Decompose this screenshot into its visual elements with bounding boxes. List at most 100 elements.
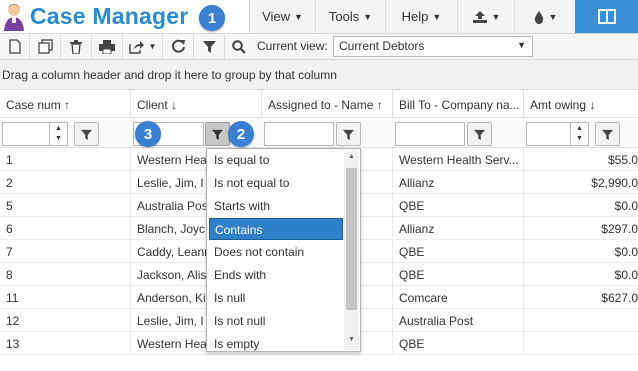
- column-label: Amt owing: [530, 98, 587, 112]
- filter-option-is-not-null[interactable]: Is not null: [209, 310, 343, 332]
- cell-amt-owing: $55.0: [607, 153, 638, 167]
- menu-label: Tools: [328, 9, 360, 24]
- new-document-icon: [8, 39, 21, 54]
- menu-label: Help: [401, 9, 429, 24]
- cell-amt-owing: $2,990.0: [591, 176, 638, 190]
- app-title: Case Manager: [30, 3, 189, 29]
- spin-up-icon: ▲: [55, 125, 62, 132]
- current-view-value: Current Debtors: [339, 39, 425, 53]
- sort-ascending-icon: ↑: [376, 98, 383, 112]
- amt-owing-filter-button[interactable]: [595, 122, 620, 146]
- cell-case-num: 5: [0, 194, 131, 217]
- spin-down-icon: ▼: [55, 135, 62, 142]
- chevron-down-icon: ▼: [548, 11, 558, 22]
- filter-icon: [81, 129, 92, 140]
- menu-item-tools[interactable]: Tools ▼: [315, 0, 385, 33]
- column-header-case-num[interactable]: Case num ↑: [0, 90, 131, 118]
- cell-bill-to: Comcare: [393, 286, 524, 309]
- cell-bill-to: QBE: [393, 263, 524, 286]
- filter-option-is-equal-to[interactable]: Is equal to: [209, 149, 343, 171]
- bill-to-filter-input[interactable]: [395, 122, 465, 146]
- client-filter-button[interactable]: [205, 122, 230, 146]
- cell-bill-to: QBE: [393, 240, 524, 263]
- cell-amt-owing: [524, 332, 638, 355]
- delete-icon: [70, 39, 82, 54]
- search-button[interactable]: [225, 34, 253, 59]
- menu-item-help[interactable]: Help ▼: [385, 0, 457, 33]
- bill-to-filter-button[interactable]: [467, 122, 492, 146]
- cell-case-num: 11: [0, 286, 131, 309]
- cell-case-num: 12: [0, 309, 131, 332]
- menu-item-view[interactable]: View ▼: [249, 0, 315, 33]
- dropdown-scrollbar[interactable]: ▲ ▼: [344, 150, 359, 350]
- case-num-filter-button[interactable]: [74, 122, 99, 146]
- case-num-filter-stepper[interactable]: ▲ ▼: [50, 122, 68, 146]
- sort-descending-icon: ↓: [589, 98, 596, 112]
- cell-amt-owing: $627.0: [601, 291, 638, 305]
- step-badge-2: 2: [228, 121, 254, 147]
- scroll-down-icon[interactable]: ▼: [344, 336, 359, 343]
- spin-down-icon: ▼: [576, 135, 583, 142]
- scrollbar-thumb[interactable]: [346, 168, 357, 310]
- filter-option-contains[interactable]: Contains: [209, 218, 343, 240]
- delete-button[interactable]: [61, 34, 92, 59]
- print-icon: [99, 39, 115, 54]
- step-badge-3: 3: [135, 121, 161, 147]
- cell-amt-owing: $0.0: [614, 268, 638, 282]
- menu-label: View: [262, 9, 291, 24]
- assigned-to-filter-button[interactable]: [336, 122, 361, 146]
- current-view-label: Current view:: [257, 39, 328, 53]
- toolbar: ▼ Current view: Current Debtors ▼: [0, 33, 638, 60]
- copy-button[interactable]: [30, 34, 61, 59]
- chevron-down-icon: ▼: [432, 11, 442, 22]
- layout-toggle-button[interactable]: [575, 0, 638, 33]
- cell-amt-owing: [524, 309, 638, 332]
- filter-button[interactable]: [194, 34, 225, 59]
- group-by-panel[interactable]: Drag a column header and drop it here to…: [0, 60, 638, 90]
- cell-amt-owing: $0.0: [614, 199, 638, 213]
- grid-header: Case num ↑ Client ↓ Assigned to - Name ↑…: [0, 90, 638, 118]
- cell-case-num: 8: [0, 263, 131, 286]
- copy-icon: [37, 39, 53, 54]
- refresh-icon: [171, 39, 185, 53]
- amt-owing-filter-input[interactable]: [526, 122, 571, 146]
- filter-icon: [202, 41, 216, 53]
- cell-amt-owing: $0.0: [614, 245, 638, 259]
- upload-icon: [472, 10, 487, 23]
- filter-option-is-not-equal-to[interactable]: Is not equal to: [209, 172, 343, 194]
- current-view-select[interactable]: Current Debtors ▼: [333, 36, 533, 57]
- menu-item-drop[interactable]: ▼: [514, 0, 575, 33]
- cell-bill-to: Australia Post: [393, 309, 524, 332]
- cell-amt-owing: $297.0: [601, 222, 638, 236]
- column-header-bill-to[interactable]: Bill To - Company na...: [393, 90, 524, 118]
- cell-bill-to: Allianz: [393, 171, 524, 194]
- refresh-button[interactable]: [163, 34, 194, 59]
- filter-option-does-not-contain[interactable]: Does not contain: [209, 241, 343, 263]
- menu-item-upload[interactable]: ▼: [457, 0, 514, 33]
- export-button[interactable]: ▼: [123, 34, 163, 59]
- filter-option-starts-with[interactable]: Starts with: [209, 195, 343, 217]
- chevron-down-icon: ▼: [294, 11, 303, 22]
- step-badge-1: 1: [199, 5, 225, 31]
- cell-bill-to: Western Health Serv...: [393, 148, 524, 171]
- assigned-to-filter-input[interactable]: [264, 122, 334, 146]
- cell-case-num: 6: [0, 217, 131, 240]
- filter-option-ends-with[interactable]: Ends with: [209, 264, 343, 286]
- filter-option-is-empty[interactable]: Is empty: [209, 333, 343, 351]
- case-num-filter-input[interactable]: [2, 122, 50, 146]
- brand: Case Manager: [0, 0, 188, 33]
- column-label: Bill To - Company na...: [399, 98, 520, 112]
- filter-icon: [343, 129, 354, 140]
- column-header-assigned-to[interactable]: Assigned to - Name ↑: [262, 90, 393, 118]
- column-header-amt-owing[interactable]: Amt owing ↓: [524, 90, 638, 118]
- drop-icon: [534, 10, 543, 24]
- search-icon: [232, 39, 246, 54]
- amt-owing-filter-stepper[interactable]: ▲ ▼: [571, 122, 589, 146]
- scroll-up-icon[interactable]: ▲: [344, 153, 359, 160]
- new-document-button[interactable]: [0, 34, 30, 59]
- filter-option-is-null[interactable]: Is null: [209, 287, 343, 309]
- print-button[interactable]: [92, 34, 123, 59]
- cell-case-num: 7: [0, 240, 131, 263]
- column-header-client[interactable]: Client ↓: [131, 90, 262, 118]
- filter-operator-dropdown[interactable]: Is equal to Is not equal to Starts with …: [206, 148, 361, 352]
